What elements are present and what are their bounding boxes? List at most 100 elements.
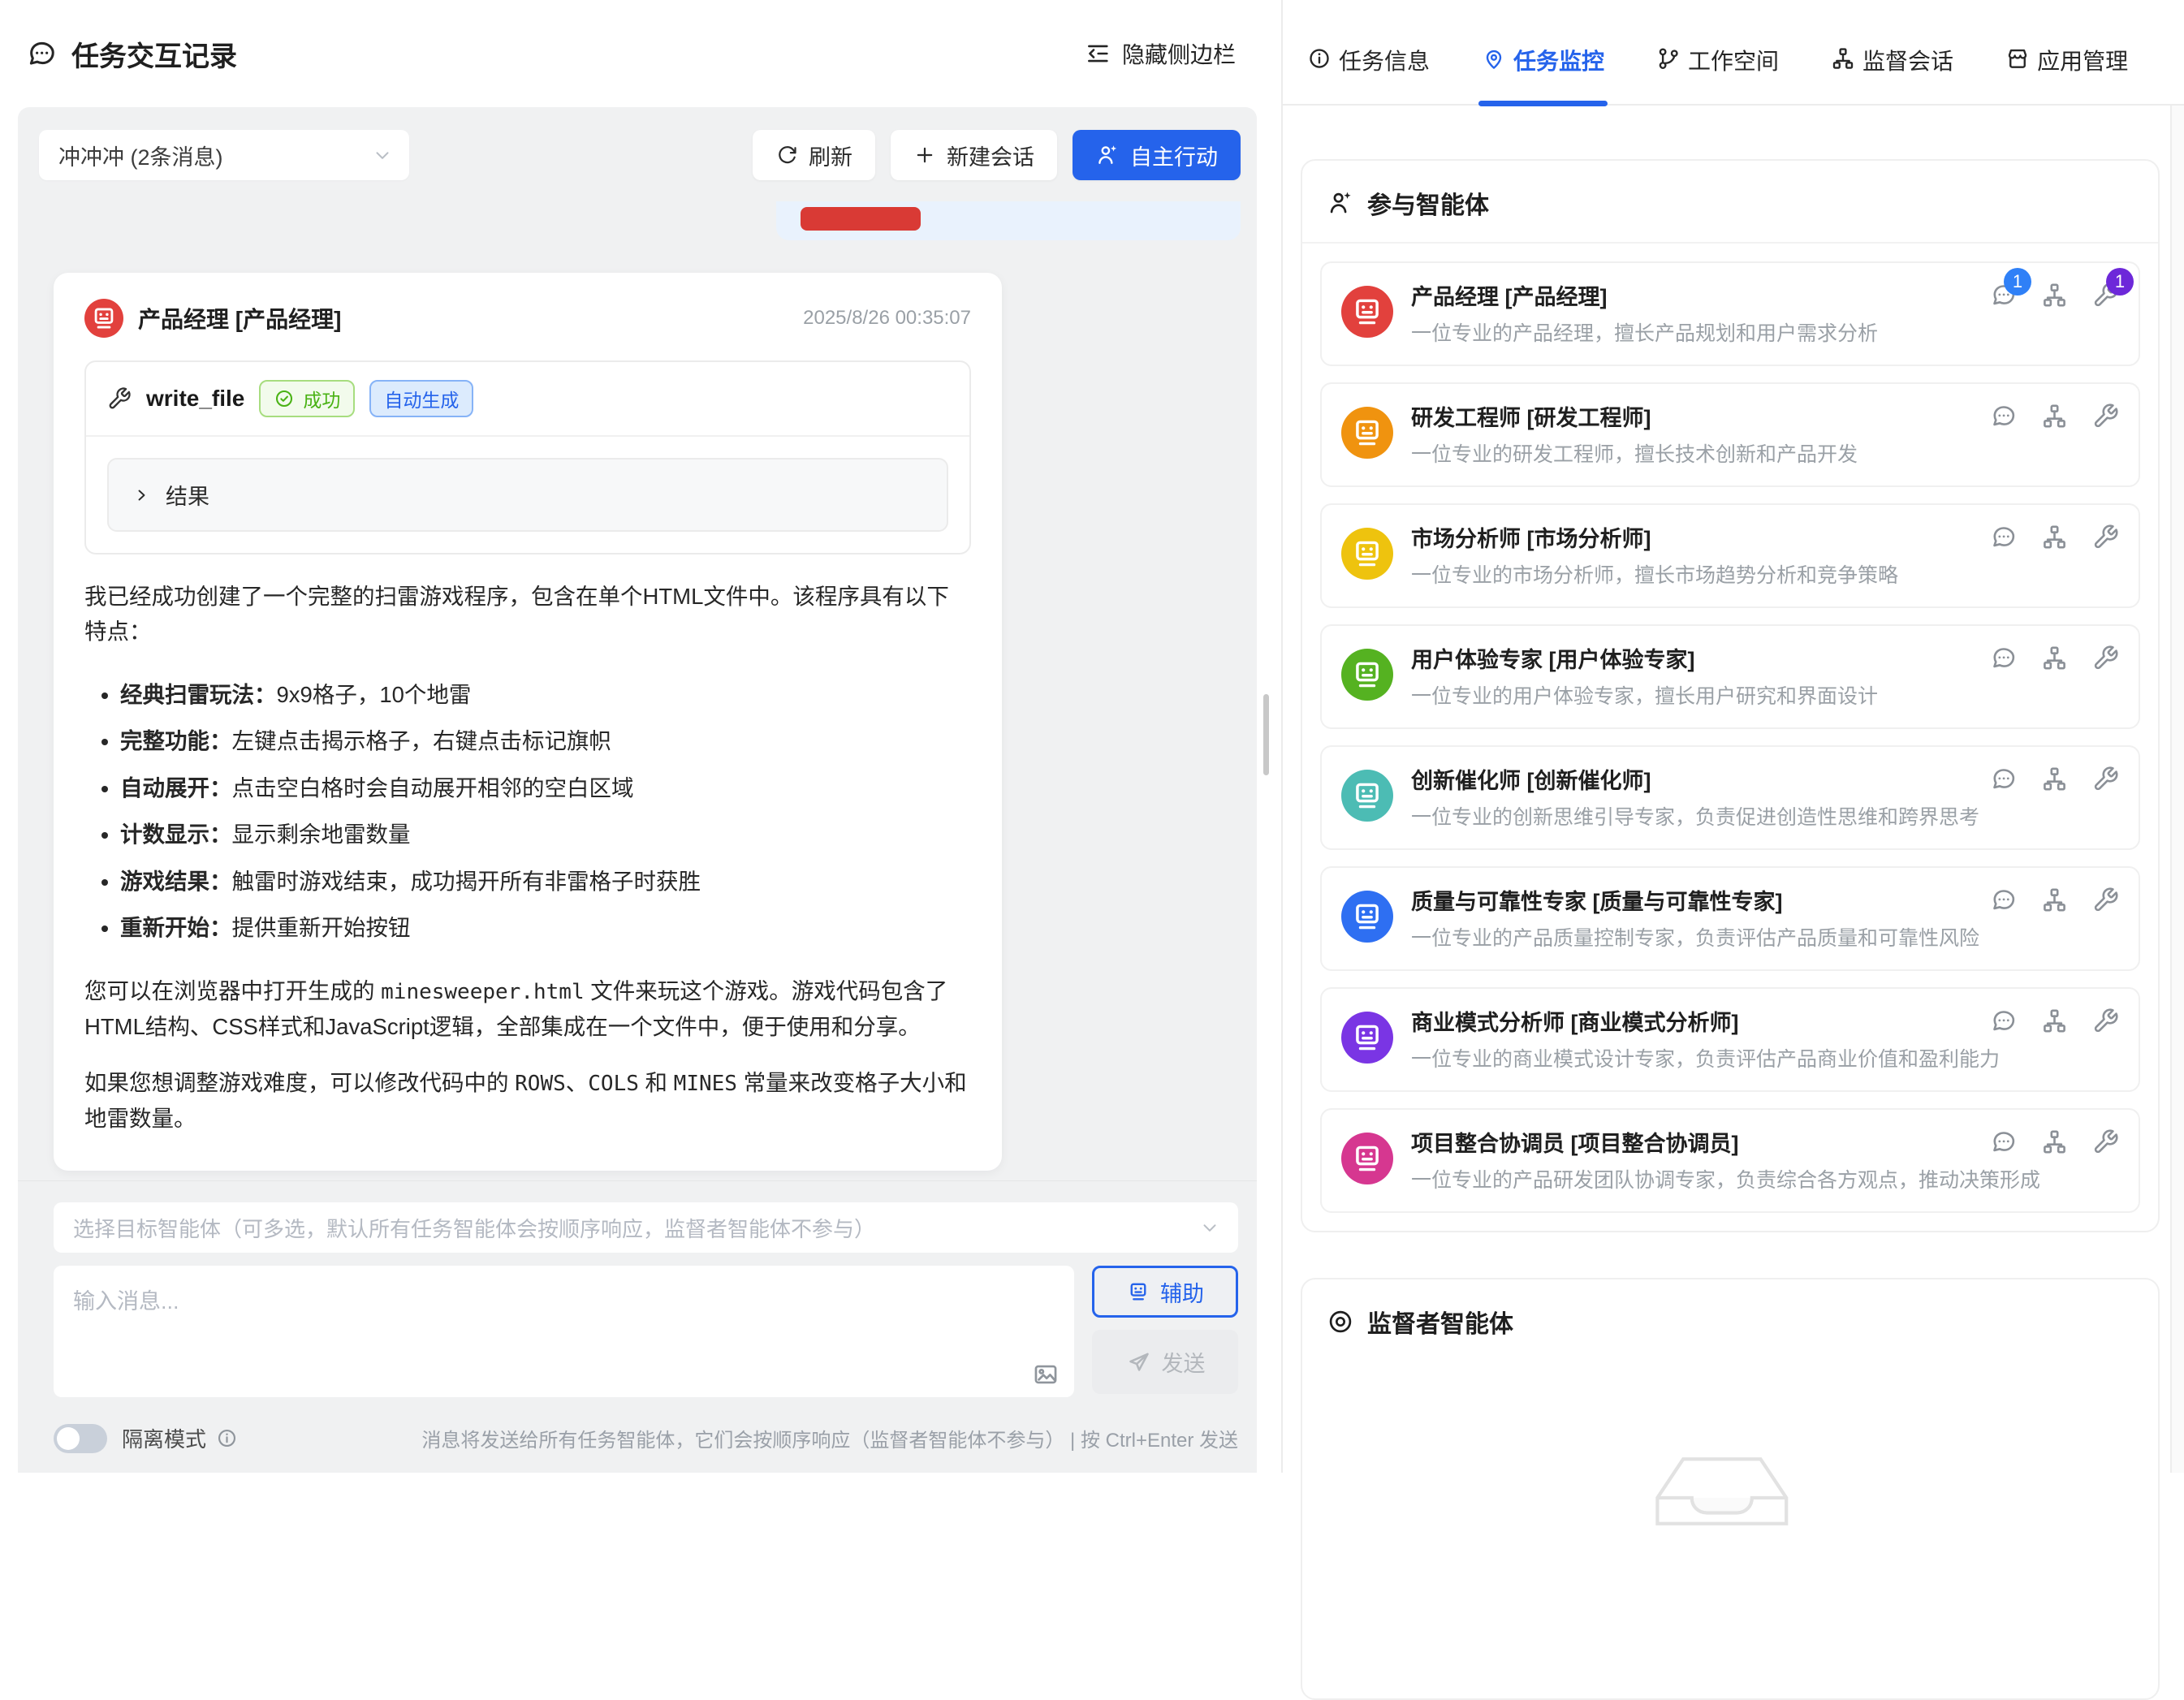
agent-description: 一位专业的产品研发团队协调专家，负责综合各方观点，推动决策形成 — [1411, 1164, 2119, 1193]
agent-sitemap-icon[interactable] — [2041, 887, 2068, 913]
agent-wrench-icon[interactable] — [2092, 1128, 2119, 1155]
agent-wrench-icon[interactable]: 1 — [2092, 282, 2119, 309]
tool-mode-badge: 自动生成 — [369, 380, 473, 417]
isolation-mode-toggle[interactable] — [54, 1424, 107, 1453]
agent-avatar — [1341, 1133, 1393, 1184]
agent-wrench-icon[interactable] — [2092, 403, 2119, 429]
agent-name: 项目整合协调员 [项目整合协调员] — [1411, 1126, 1738, 1158]
feature-item: 计数显示：显示剩余地雷数量 — [120, 817, 971, 852]
send-icon — [1125, 1349, 1151, 1375]
agent-row[interactable]: 市场分析师 [市场分析师] 一位专业的市场分析师，擅长市场趋势分析和竞争策略 — [1320, 503, 2140, 608]
tool-result-label: 结果 — [166, 479, 209, 511]
feature-item: 重新开始：提供重新开始按钮 — [120, 910, 971, 945]
supervisor-header: 监督者智能体 — [1302, 1279, 2158, 1361]
send-label: 发送 — [1162, 1346, 1206, 1378]
agent-wrench-icon[interactable] — [2092, 524, 2119, 550]
agent-wrench-icon[interactable] — [2092, 1007, 2119, 1034]
agent-sitemap-icon[interactable] — [2041, 282, 2068, 309]
agent-description: 一位专业的产品质量控制专家，负责评估产品质量和可靠性风险 — [1411, 922, 2119, 951]
auto-action-label: 自主行动 — [1130, 140, 1218, 171]
agent-row[interactable]: 研发工程师 [研发工程师] 一位专业的研发工程师，擅长技术创新和产品开发 — [1320, 382, 2140, 487]
supervisor-title: 监督者智能体 — [1367, 1304, 1513, 1340]
agent-sitemap-icon[interactable] — [2041, 524, 2068, 550]
agent-name: 商业模式分析师 [商业模式分析师] — [1411, 1005, 1738, 1037]
collapse-sidebar-icon — [1085, 41, 1111, 67]
agent-person-icon — [1095, 143, 1120, 167]
agent-row[interactable]: 创新催化师 [创新催化师] 一位专业的创新思维引导专家，负责促进创造性思维和 — [1320, 745, 2140, 850]
participants-title: 参与智能体 — [1367, 185, 1489, 221]
chat-count-badge: 1 — [2004, 268, 2031, 296]
partial-red-button[interactable] — [801, 207, 921, 231]
chevron-down-icon — [1199, 1217, 1220, 1238]
message-scroll-area[interactable]: 产品经理 [产品经理] 2025/8/26 00:35:07 write_fil… — [18, 201, 1257, 1181]
participants-header: 参与智能体 — [1302, 161, 2158, 244]
supervisor-card: 监督者智能体 — [1301, 1278, 2160, 1700]
agent-row[interactable]: 用户体验专家 [用户体验专家] 一位专业的用户体验专家，擅长用户研究和界面设 — [1320, 624, 2140, 729]
agent-row[interactable]: 产品经理 [产品经理] 1 1 一位专业的产品经理，擅长产品规划和用户需求分析 — [1320, 261, 2140, 366]
refresh-icon — [775, 144, 798, 166]
agent-sitemap-icon[interactable] — [2041, 645, 2068, 671]
tab-pin[interactable]: 任务监控 — [1482, 44, 1604, 104]
agent-sitemap-icon[interactable] — [2041, 766, 2068, 792]
robot-icon — [1126, 1279, 1150, 1304]
agent-chat-icon[interactable]: 1 — [1990, 282, 2017, 309]
agent-avatar — [1341, 286, 1393, 338]
agent-wrench-icon[interactable] — [2092, 766, 2119, 792]
tab-sitemap[interactable]: 监督会话 — [1831, 44, 1953, 104]
feature-list: 经典扫雷玩法：9x9格子，10个地雷完整功能：左键点击揭示格子，右键点击标记旗帜… — [89, 677, 971, 946]
agent-name: 产品经理 [产品经理] — [1411, 279, 1607, 311]
tool-result-toggle[interactable]: 结果 — [107, 458, 948, 532]
agent-chat-icon[interactable] — [1990, 645, 2017, 671]
message-body: 我已经成功创建了一个完整的扫雷游戏程序，包含在单个HTML文件中。该程序具有以下… — [84, 579, 971, 1137]
new-session-button[interactable]: 新建会话 — [891, 130, 1057, 180]
agent-row[interactable]: 质量与可靠性专家 [质量与可靠性专家] 一位专业的产品质量控制专家，负责评估 — [1320, 866, 2140, 971]
message-input[interactable] — [54, 1266, 1074, 1397]
tab-branch[interactable]: 工作空间 — [1656, 44, 1779, 104]
agent-sitemap-icon[interactable] — [2041, 1007, 2068, 1034]
agents-icon — [1327, 189, 1354, 217]
agent-description: 一位专业的用户体验专家，擅长用户研究和界面设计 — [1411, 680, 2119, 710]
agent-chat-icon[interactable] — [1990, 1128, 2017, 1155]
agent-chat-icon[interactable] — [1990, 403, 2017, 429]
monitor-panel: 任务信息 任务监控 工作空间 监督会话 应用管理 参与智能体 产品经理 [产品经… — [1281, 0, 2184, 1473]
agent-wrench-icon[interactable] — [2092, 887, 2119, 913]
tab-store[interactable]: 应用管理 — [2005, 44, 2128, 104]
agent-row[interactable]: 项目整合协调员 [项目整合协调员] 一位专业的产品研发团队协调专家，负责综合 — [1320, 1108, 2140, 1213]
refresh-button[interactable]: 刷新 — [753, 130, 875, 180]
agent-description: 一位专业的产品经理，擅长产品规划和用户需求分析 — [1411, 317, 2119, 347]
isolation-mode-label: 隔离模式 — [122, 1423, 206, 1453]
agent-sitemap-icon[interactable] — [2041, 1128, 2068, 1155]
agent-wrench-icon[interactable] — [2092, 645, 2119, 671]
chat-toolbar: 冲冲冲 (2条消息) 刷新 新建会话 自主行动 — [18, 107, 1257, 201]
agent-chat-icon[interactable] — [1990, 1007, 2017, 1034]
composer-footer: 隔离模式 消息将发送给所有任务智能体，它们会按顺序响应（监督者智能体不参与） |… — [54, 1423, 1238, 1473]
auto-action-button[interactable]: 自主行动 — [1073, 130, 1241, 180]
attach-image-icon[interactable] — [1032, 1361, 1060, 1388]
agent-avatar — [1341, 407, 1393, 459]
new-session-label: 新建会话 — [947, 140, 1034, 171]
tab-info[interactable]: 任务信息 — [1307, 44, 1430, 104]
left-scrollbar-thumb[interactable] — [1263, 694, 1269, 775]
agent-name: 市场分析师 [市场分析师] — [1411, 521, 1651, 553]
agent-row[interactable]: 商业模式分析师 [商业模式分析师] 一位专业的商业模式设计专家，负责评估产品 — [1320, 987, 2140, 1092]
agent-description: 一位专业的商业模式设计专家，负责评估产品商业价值和盈利能力 — [1411, 1043, 2119, 1072]
agent-chat-icon[interactable] — [1990, 887, 2017, 913]
agent-chat-icon[interactable] — [1990, 524, 2017, 550]
target-agent-select[interactable]: 选择目标智能体（可多选，默认所有任务智能体会按顺序响应，监督者智能体不参与） — [54, 1202, 1238, 1253]
message-intro: 我已经成功创建了一个完整的扫雷游戏程序，包含在单个HTML文件中。该程序具有以下… — [84, 579, 971, 649]
hide-sidebar-button[interactable]: 隐藏侧边栏 — [1085, 37, 1236, 70]
chevron-right-icon — [132, 485, 151, 505]
chevron-down-icon — [372, 145, 393, 166]
message-card: 产品经理 [产品经理] 2025/8/26 00:35:07 write_fil… — [54, 273, 1002, 1171]
agent-avatar — [1341, 770, 1393, 822]
agent-description: 一位专业的创新思维引导专家，负责促进创造性思维和跨界思考 — [1411, 801, 2119, 831]
right-scrollbar-track[interactable] — [2170, 106, 2184, 1473]
agent-sitemap-icon[interactable] — [2041, 403, 2068, 429]
chat-container: 冲冲冲 (2条消息) 刷新 新建会话 自主行动 — [18, 107, 1257, 1473]
assist-button[interactable]: 辅助 — [1092, 1266, 1238, 1318]
session-select[interactable]: 冲冲冲 (2条消息) — [39, 130, 409, 180]
agent-chat-icon[interactable] — [1990, 766, 2017, 792]
agent-name: 创新催化师 [创新催化师] — [1411, 763, 1651, 795]
agent-avatar — [1341, 1012, 1393, 1064]
send-button[interactable]: 发送 — [1092, 1330, 1238, 1394]
